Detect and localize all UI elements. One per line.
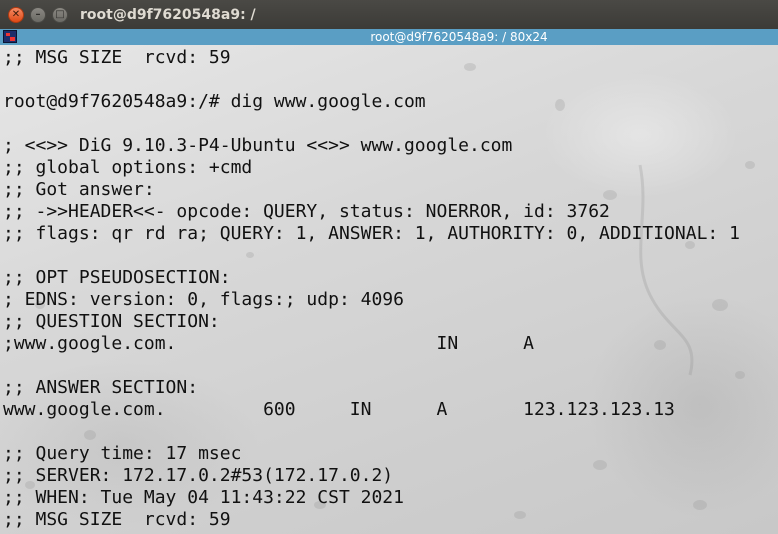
window-controls: ✕ – □: [8, 6, 68, 23]
title-bar[interactable]: ✕ – □ root@d9f7620548a9: /: [0, 0, 778, 30]
terminal-line: ;; flags: qr rd ra; QUERY: 1, ANSWER: 1,…: [3, 223, 740, 244]
close-icon[interactable]: ✕: [8, 6, 24, 23]
terminal-line: ;; QUESTION SECTION:: [3, 311, 220, 332]
xterm-title-bar[interactable]: root@d9f7620548a9: / 80x24: [0, 29, 778, 45]
maximize-icon[interactable]: □: [52, 6, 68, 23]
terminal-line: ;; MSG SIZE rcvd: 59: [3, 509, 231, 530]
xterm-icon[interactable]: [3, 30, 17, 43]
terminal-line: ; <<>> DiG 9.10.3-P4-Ubuntu <<>> www.goo…: [3, 135, 513, 156]
terminal-line: ;; MSG SIZE rcvd: 59: [3, 47, 231, 68]
terminal-line: ;; global options: +cmd: [3, 157, 253, 178]
terminal-window: ✕ – □ root@d9f7620548a9: / root@d9f76205…: [0, 0, 778, 534]
minimize-icon[interactable]: –: [30, 6, 46, 23]
terminal-line: www.google.com. 600 IN A 123.123.123.13: [3, 399, 675, 420]
terminal-line: ;; Query time: 17 msec: [3, 443, 242, 464]
terminal-line: ;; Got answer:: [3, 179, 155, 200]
terminal-line: ; EDNS: version: 0, flags:; udp: 4096: [3, 289, 404, 310]
terminal-line: ;; OPT PSEUDOSECTION:: [3, 267, 231, 288]
terminal-line: ;www.google.com. IN A: [3, 333, 535, 354]
terminal-area[interactable]: ;; MSG SIZE rcvd: 59 root@d9f7620548a9:/#…: [0, 45, 778, 534]
window-title: root@d9f7620548a9: /: [80, 6, 256, 23]
xterm-title: root@d9f7620548a9: / 80x24: [370, 30, 548, 44]
terminal-line: root@d9f7620548a9:/# dig www.google.com: [3, 91, 426, 112]
terminal-output: ;; MSG SIZE rcvd: 59 root@d9f7620548a9:/#…: [3, 47, 740, 531]
terminal-line: ;; ANSWER SECTION:: [3, 377, 199, 398]
terminal-line: ;; SERVER: 172.17.0.2#53(172.17.0.2): [3, 465, 394, 486]
terminal-line: ;; ->>HEADER<<- opcode: QUERY, status: N…: [3, 201, 610, 222]
terminal-line: ;; WHEN: Tue May 04 11:43:22 CST 2021: [3, 487, 404, 508]
